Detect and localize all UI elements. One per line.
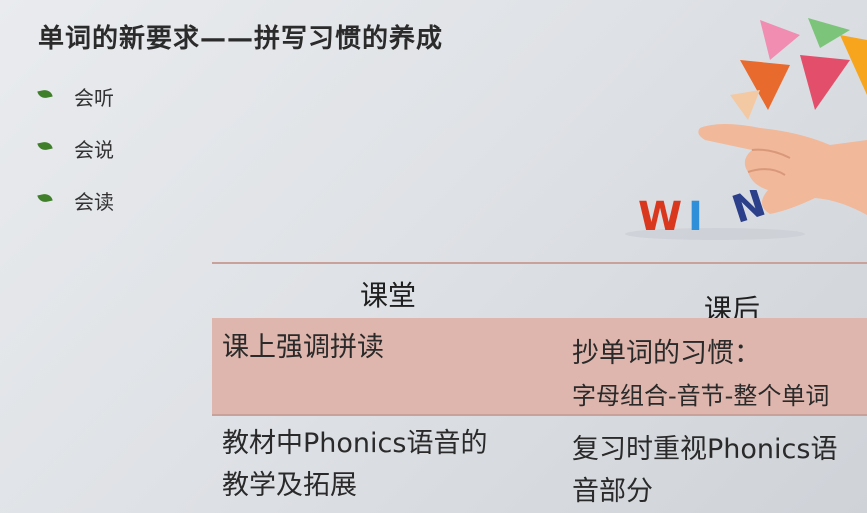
triangle-deco-icon [730, 90, 760, 120]
triangle-deco-icon [808, 18, 850, 48]
table-cell: 复习时重视Phonics语 [572, 434, 838, 465]
table-cell: 教材中Phonics语音的 [222, 428, 488, 459]
tile-letter-i: I [688, 194, 703, 240]
triangle-deco-icon [760, 20, 800, 60]
table-cell: 字母组合-音节-整个单词 [572, 382, 830, 410]
table-row-divider [212, 414, 867, 416]
tile-letter-n: N [727, 190, 771, 232]
win-letter-tiles: W I N [638, 190, 771, 240]
table-header-classroom: 课堂 [360, 279, 417, 312]
table-cell: 教学及拓展 [222, 470, 357, 501]
tile-letter-w: W [638, 194, 682, 240]
table-cell: 课上强调拼读 [222, 332, 384, 363]
table-top-rule [212, 262, 867, 264]
triangle-deco-icon [800, 55, 850, 110]
table-cell: 音部分 [572, 476, 653, 507]
table-cell: 抄单词的习惯： [572, 338, 761, 369]
